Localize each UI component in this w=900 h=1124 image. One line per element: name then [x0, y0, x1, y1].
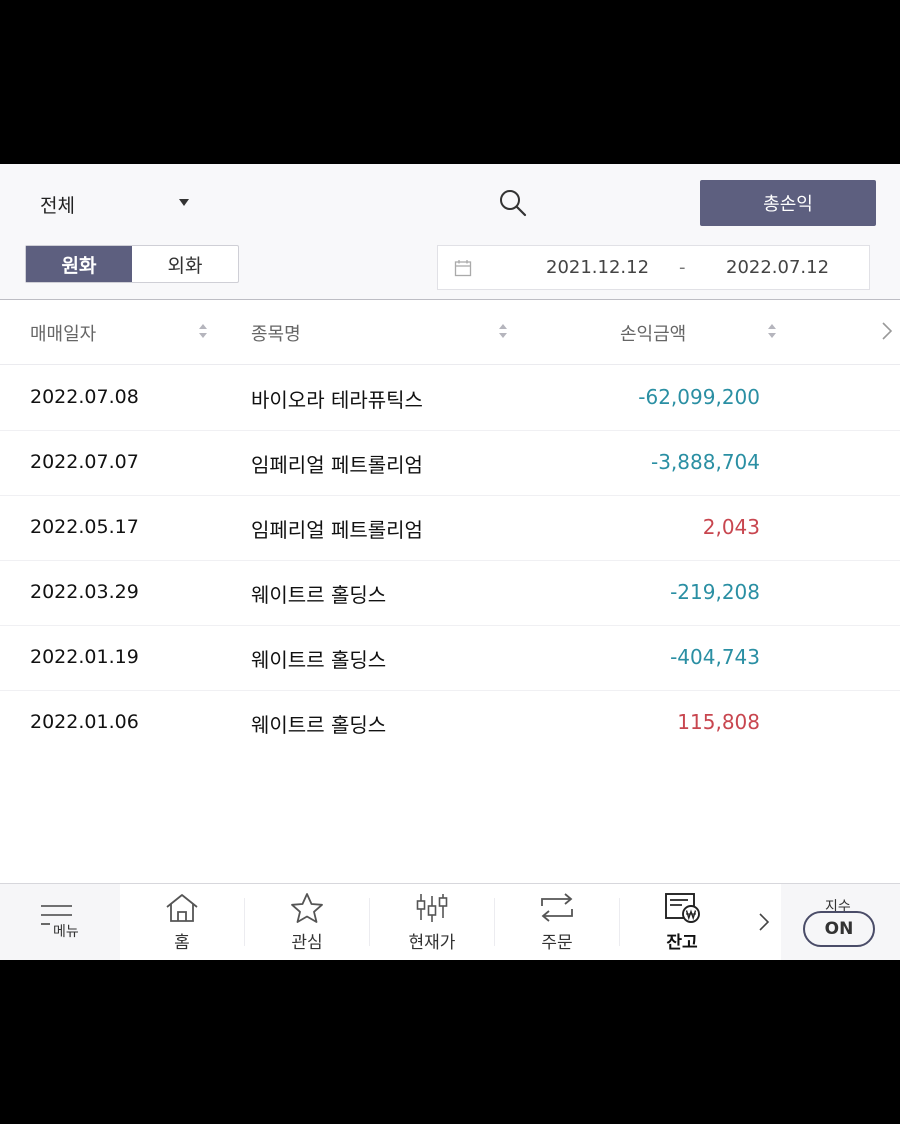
account-type-value: 전체	[40, 191, 75, 218]
nav-balance[interactable]: 잔고	[620, 884, 744, 960]
header-profit-amount[interactable]: 손익금액	[620, 320, 686, 346]
trade-date: 2022.01.19	[30, 646, 139, 668]
trade-date: 2022.01.06	[30, 711, 139, 733]
home-icon	[164, 892, 200, 924]
search-icon[interactable]	[498, 188, 528, 218]
profit-amount: -62,099,200	[638, 385, 760, 409]
nav-current-price[interactable]: 현재가	[370, 884, 494, 960]
nav-label: 홈	[120, 928, 244, 953]
nav-label: 관심	[245, 928, 369, 953]
account-type-dropdown[interactable]: 전체	[40, 189, 190, 219]
index-toggle-button[interactable]: ON	[803, 911, 875, 947]
sort-icon[interactable]	[768, 323, 778, 341]
date-range-picker[interactable]: 2021.12.12 - 2022.07.12	[437, 245, 870, 290]
stock-name: 웨이트르 홀딩스	[251, 709, 386, 738]
app-screen: 전체 총손익 원화 외화 2021.12.12 - 2022.07.12 매매일…	[0, 164, 900, 960]
table-header: 매매일자 종목명 손익금액	[0, 300, 900, 365]
trade-date: 2022.03.29	[30, 581, 139, 603]
profit-amount: 115,808	[677, 710, 760, 734]
table-row[interactable]: 2022.07.07 임페리얼 페트롤리엄 -3,888,704	[0, 430, 900, 496]
profit-amount: -404,743	[670, 645, 760, 669]
nav-label: 현재가	[370, 928, 494, 953]
caret-down-icon	[179, 199, 189, 206]
menu-label: 메뉴	[53, 921, 79, 941]
table-row[interactable]: 2022.03.29 웨이트르 홀딩스 -219,208	[0, 560, 900, 626]
chevron-right-icon[interactable]	[758, 912, 770, 932]
table-row[interactable]: 2022.01.19 웨이트르 홀딩스 -404,743	[0, 625, 900, 691]
profit-amount: -3,888,704	[651, 450, 760, 474]
chevron-right-icon[interactable]	[880, 320, 894, 342]
table-row[interactable]: 2022.05.17 임페리얼 페트롤리엄 2,043	[0, 495, 900, 561]
balance-icon	[664, 892, 700, 924]
trade-date: 2022.07.07	[30, 451, 139, 473]
total-profit-button[interactable]: 총손익	[700, 180, 876, 226]
star-icon	[289, 892, 325, 924]
sort-icon[interactable]	[199, 323, 209, 341]
nav-order[interactable]: 주문	[495, 884, 619, 960]
sort-icon[interactable]	[499, 323, 509, 341]
date-separator: -	[679, 257, 686, 278]
header-stock-name[interactable]: 종목명	[251, 320, 301, 346]
stock-name: 웨이트르 홀딩스	[251, 579, 386, 608]
filter-panel: 전체 총손익 원화 외화 2021.12.12 - 2022.07.12	[0, 164, 900, 300]
stock-name: 웨이트르 홀딩스	[251, 644, 386, 673]
header-trade-date[interactable]: 매매일자	[30, 320, 96, 346]
nav-home[interactable]: 홈	[120, 884, 244, 960]
trade-date: 2022.05.17	[30, 516, 139, 538]
table-row[interactable]: 2022.01.06 웨이트르 홀딩스 115,808	[0, 690, 900, 755]
calendar-icon	[454, 259, 472, 277]
nav-watchlist[interactable]: 관심	[245, 884, 369, 960]
nav-label: 주문	[495, 928, 619, 953]
date-from[interactable]: 2021.12.12	[546, 257, 649, 278]
profit-amount: 2,043	[703, 515, 760, 539]
currency-segment: 원화 외화	[25, 245, 239, 283]
menu-button[interactable]: 메뉴	[0, 884, 120, 960]
stock-name: 임페리얼 페트롤리엄	[251, 449, 423, 478]
bottom-navigation: 메뉴 홈 관심	[0, 883, 900, 960]
stock-name: 바이오라 테라퓨틱스	[251, 384, 423, 413]
candlestick-icon	[414, 892, 450, 924]
trade-date: 2022.07.08	[30, 386, 139, 408]
stock-name: 임페리얼 페트롤리엄	[251, 514, 423, 543]
profit-amount: -219,208	[670, 580, 760, 604]
tab-krw[interactable]: 원화	[26, 246, 132, 282]
table-row[interactable]: 2022.07.08 바이오라 테라퓨틱스 -62,099,200	[0, 365, 900, 431]
date-to[interactable]: 2022.07.12	[726, 257, 829, 278]
nav-label: 잔고	[620, 928, 744, 953]
swap-arrows-icon	[539, 892, 575, 924]
tab-foreign[interactable]: 외화	[132, 246, 238, 282]
